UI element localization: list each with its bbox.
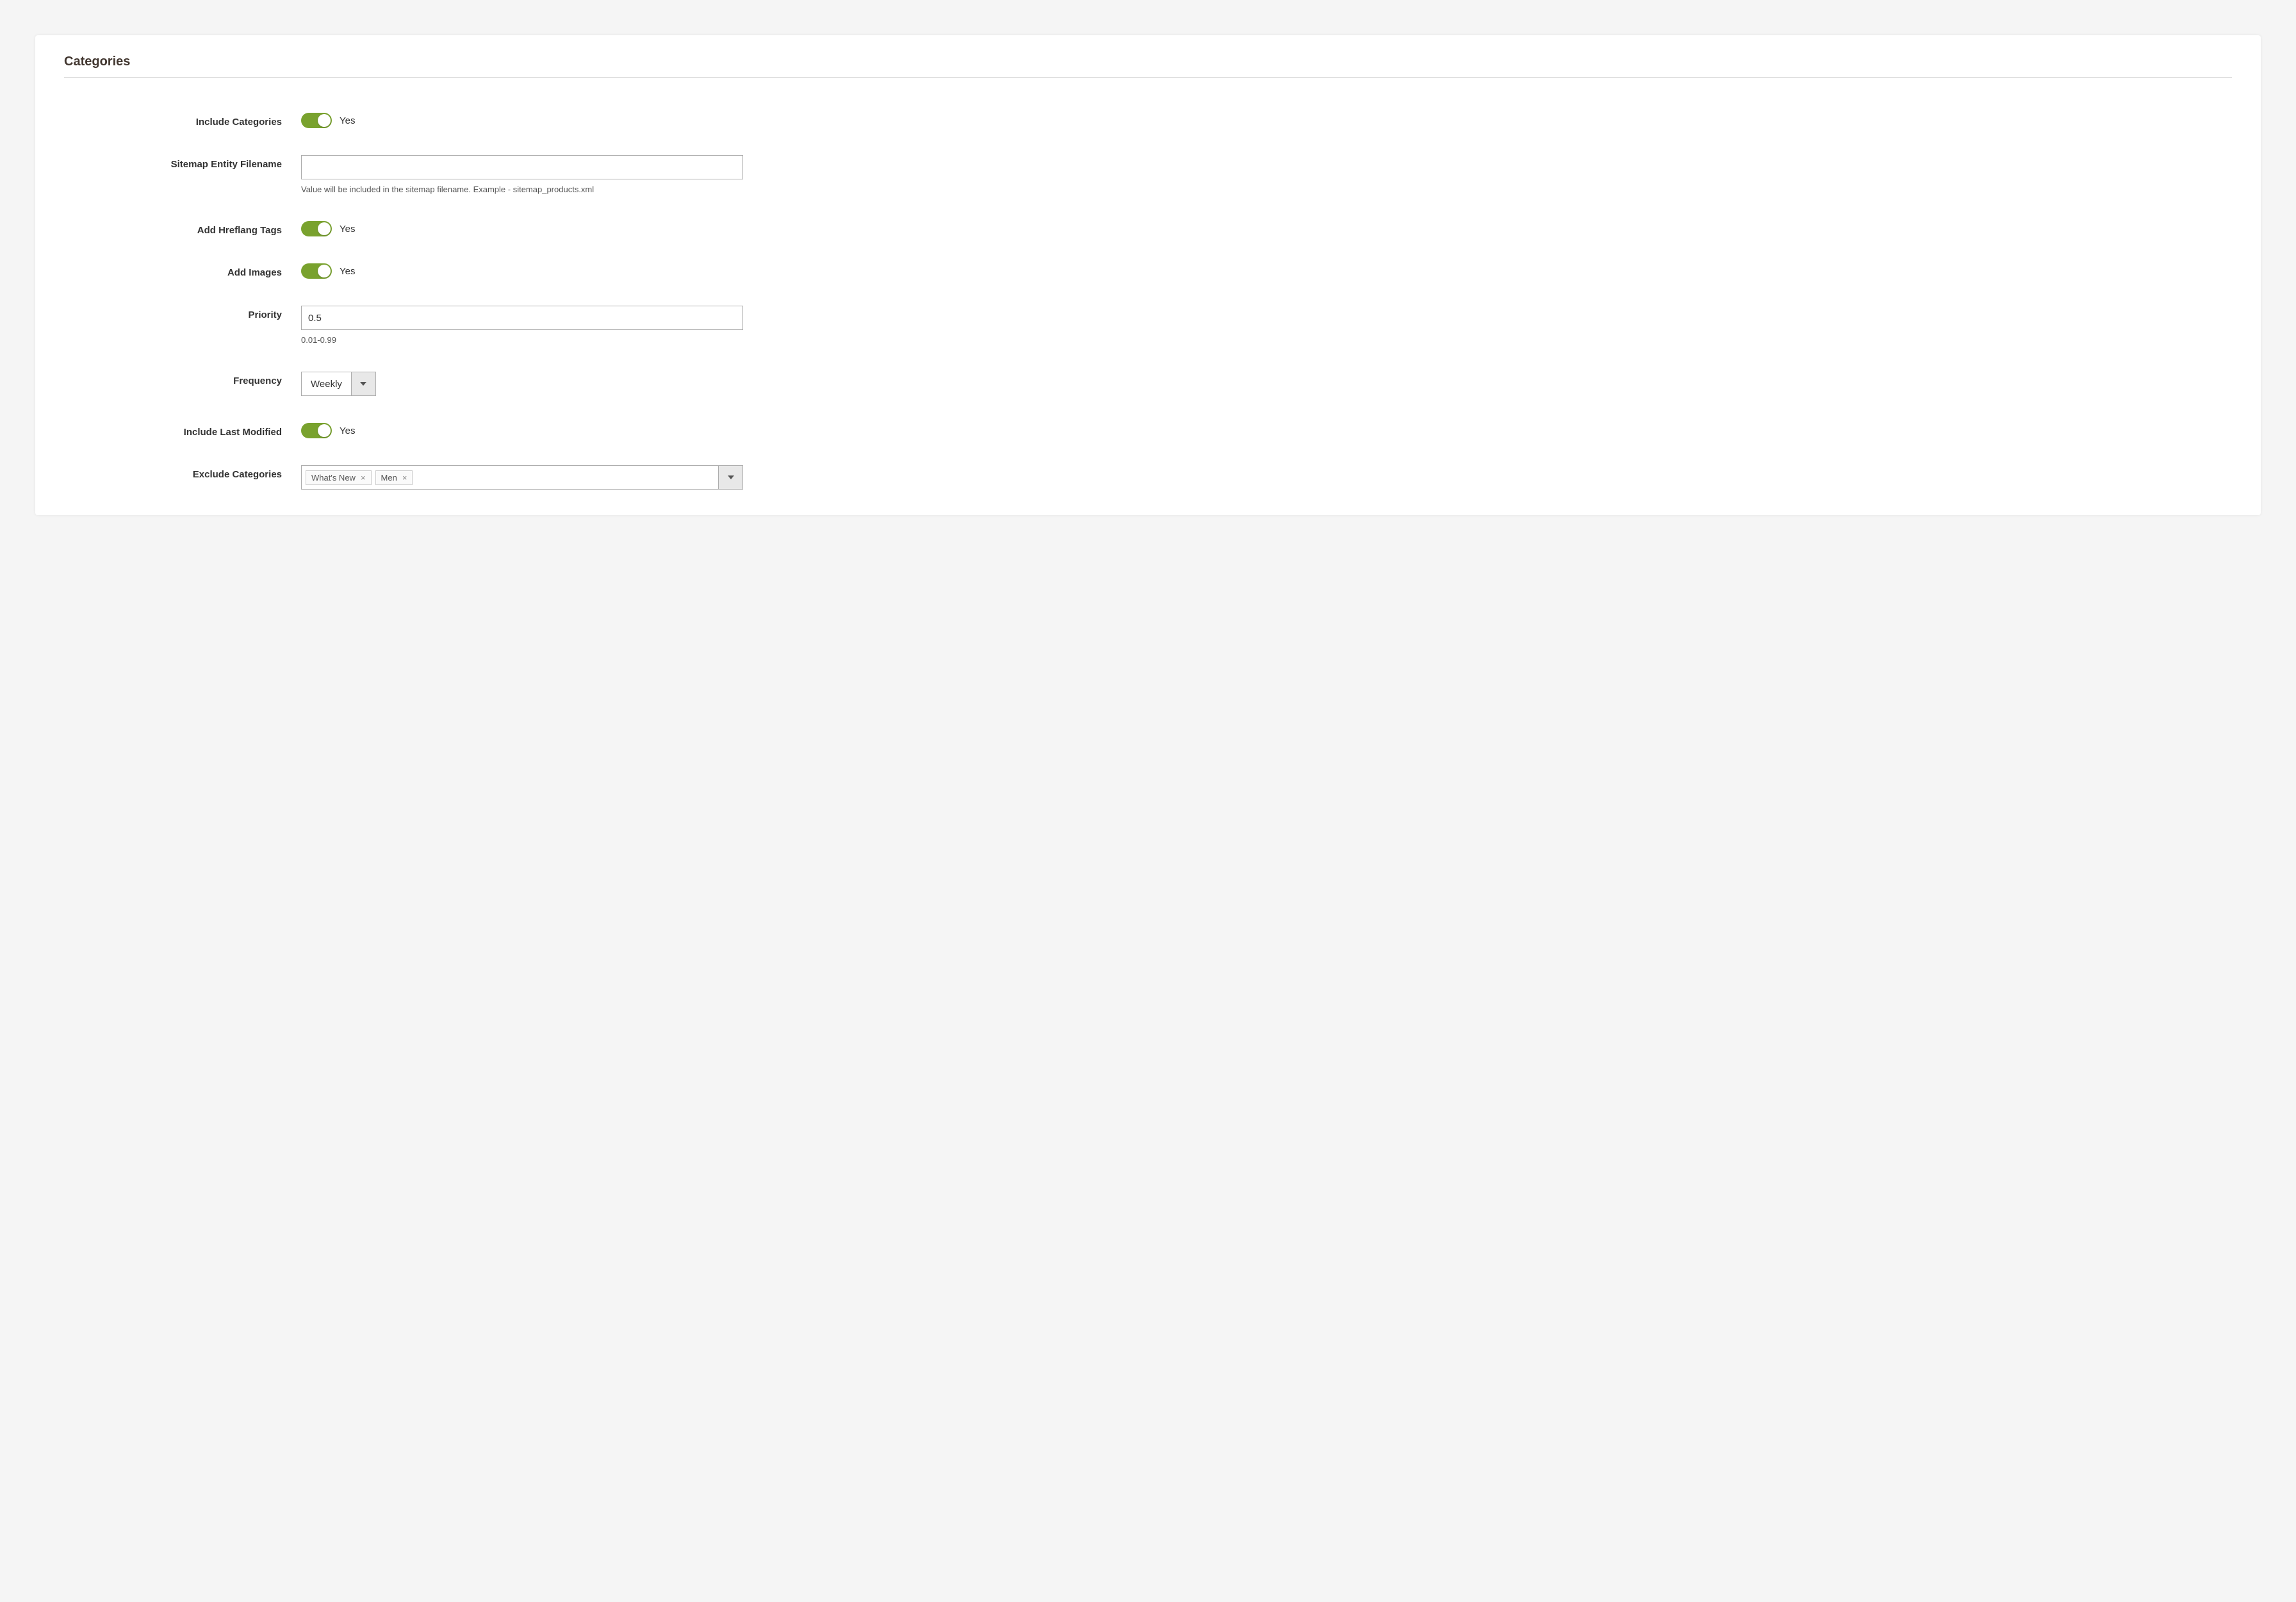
field-add-images: Add Images Yes [64,263,2232,279]
toggle-hreflang[interactable] [301,221,332,236]
multiselect-tags: What's New × Men × [302,466,718,489]
input-sitemap-filename[interactable] [301,155,743,179]
tag-label: What's New [311,473,356,483]
field-sitemap-filename: Sitemap Entity Filename Value will be in… [64,155,2232,194]
toggle-value-add-images: Yes [340,266,355,277]
label-hreflang: Add Hreflang Tags [64,221,301,236]
label-sitemap-filename: Sitemap Entity Filename [64,155,301,170]
label-last-modified: Include Last Modified [64,423,301,438]
chevron-down-icon [718,466,742,489]
toggle-value-include-categories: Yes [340,115,355,126]
close-icon[interactable]: × [361,473,366,483]
field-hreflang: Add Hreflang Tags Yes [64,221,2232,236]
label-add-images: Add Images [64,263,301,278]
select-frequency-value: Weekly [302,372,351,395]
toggle-value-last-modified: Yes [340,425,355,436]
input-priority[interactable] [301,306,743,330]
categories-panel: Categories Include Categories Yes Sitema… [35,35,2261,515]
field-frequency: Frequency Weekly [64,372,2232,396]
tag-item: Men × [375,470,413,485]
chevron-down-icon [351,372,375,395]
toggle-last-modified[interactable] [301,423,332,438]
label-frequency: Frequency [64,372,301,386]
field-last-modified: Include Last Modified Yes [64,423,2232,438]
field-include-categories: Include Categories Yes [64,113,2232,128]
label-exclude-categories: Exclude Categories [64,465,301,480]
multiselect-exclude-categories[interactable]: What's New × Men × [301,465,743,490]
field-priority: Priority 0.01-0.99 [64,306,2232,345]
section-title: Categories [64,54,2232,78]
field-exclude-categories: Exclude Categories What's New × Men × [64,465,2232,490]
tag-item: What's New × [306,470,372,485]
close-icon[interactable]: × [402,473,407,483]
note-priority: 0.01-0.99 [301,335,743,345]
note-sitemap-filename: Value will be included in the sitemap fi… [301,185,743,194]
label-priority: Priority [64,306,301,320]
toggle-include-categories[interactable] [301,113,332,128]
select-frequency[interactable]: Weekly [301,372,376,396]
toggle-add-images[interactable] [301,263,332,279]
tag-label: Men [381,473,397,483]
toggle-value-hreflang: Yes [340,224,355,235]
label-include-categories: Include Categories [64,113,301,128]
